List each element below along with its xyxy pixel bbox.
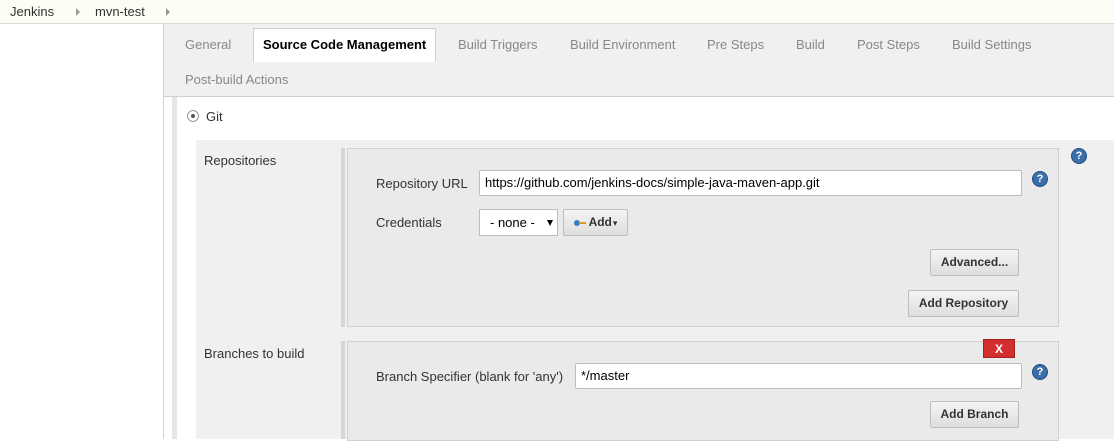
tab-build-triggers[interactable]: Build Triggers: [458, 37, 537, 52]
help-icon[interactable]: ?: [1032, 171, 1048, 187]
chevron-right-icon[interactable]: [166, 8, 170, 16]
repository-url-label: Repository URL: [376, 176, 468, 191]
credentials-select[interactable]: - none -: [479, 209, 558, 236]
tab-general[interactable]: General: [185, 37, 231, 52]
credentials-select-value: - none -: [490, 215, 535, 230]
tab-bar: General Source Code Management Build Tri…: [164, 24, 1114, 97]
breadcrumb-mvn-test[interactable]: mvn-test: [95, 4, 145, 19]
credentials-label: Credentials: [376, 215, 442, 230]
repositories-label: Repositories: [204, 153, 277, 168]
tab-post-steps[interactable]: Post Steps: [857, 37, 920, 52]
branches-indent-bar: [341, 341, 345, 439]
add-credentials-button[interactable]: Add▾: [563, 209, 628, 236]
chevron-down-icon: [547, 220, 553, 226]
section-indent-bar: [172, 97, 177, 439]
branch-specifier-label: Branch Specifier (blank for 'any'): [376, 369, 564, 384]
chevron-right-icon[interactable]: [76, 8, 80, 16]
branches-label: Branches to build: [204, 346, 305, 361]
tab-pre-steps[interactable]: Pre Steps: [707, 37, 764, 52]
add-repository-button[interactable]: Add Repository: [908, 290, 1019, 317]
repository-url-input[interactable]: https://github.com/jenkins-docs/simple-j…: [479, 170, 1022, 196]
tab-source-code-management[interactable]: Source Code Management: [253, 28, 437, 62]
git-option-label[interactable]: Git: [206, 109, 223, 124]
help-icon[interactable]: ?: [1032, 364, 1048, 380]
breadcrumb-jenkins[interactable]: Jenkins: [10, 4, 54, 19]
advanced-button[interactable]: Advanced...: [930, 249, 1019, 276]
tab-build[interactable]: Build: [796, 37, 825, 52]
chevron-down-icon: ▾: [612, 218, 618, 228]
breadcrumb: Jenkins mvn-test: [0, 0, 1114, 24]
add-branch-button[interactable]: Add Branch: [930, 401, 1019, 428]
add-credentials-label: Add: [588, 215, 612, 229]
help-icon[interactable]: ?: [1071, 148, 1087, 164]
key-icon: [573, 219, 586, 227]
tab-build-settings[interactable]: Build Settings: [952, 37, 1032, 52]
delete-branch-button[interactable]: X: [983, 339, 1015, 358]
tab-post-build-actions[interactable]: Post-build Actions: [185, 72, 288, 87]
branch-specifier-input[interactable]: */master: [575, 363, 1022, 389]
repositories-indent-bar: [341, 148, 345, 327]
tab-build-environment[interactable]: Build Environment: [570, 37, 676, 52]
git-radio[interactable]: [187, 110, 199, 122]
